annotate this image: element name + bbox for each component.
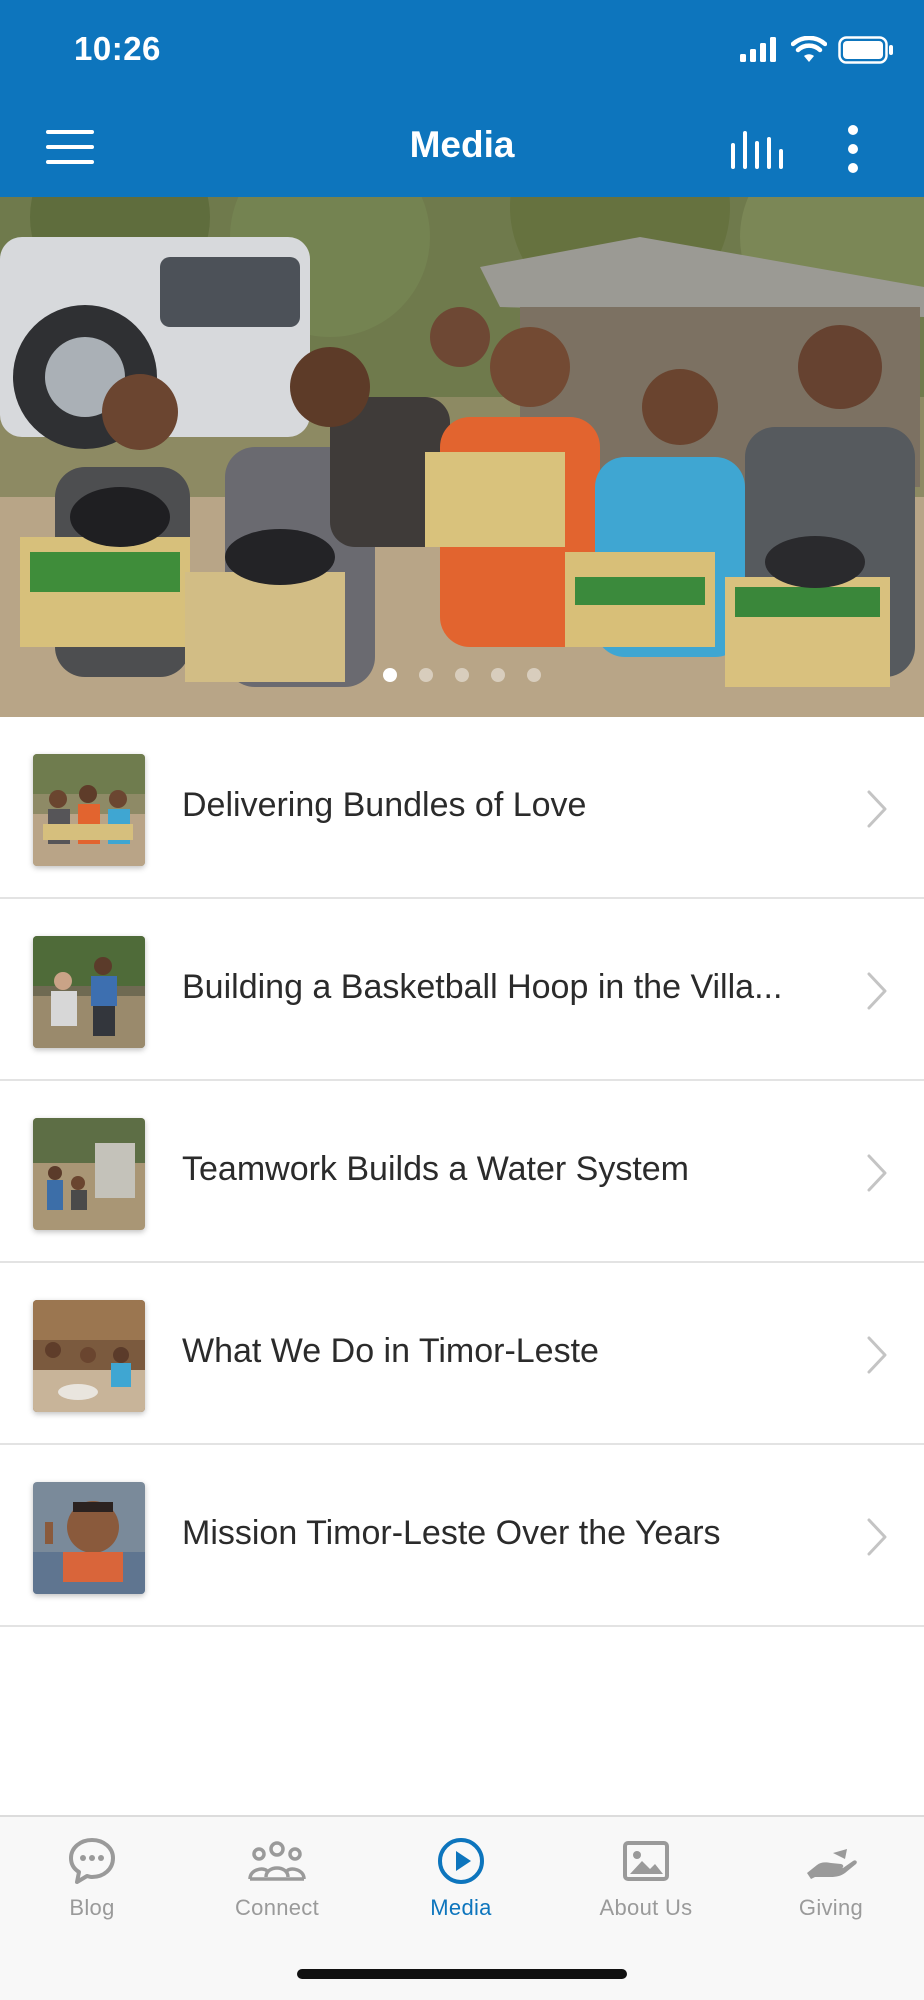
tab-label: Media [430, 1895, 492, 1920]
image-icon [623, 1841, 669, 1881]
tab-label: About Us [599, 1895, 693, 1920]
bar-chart-icon [731, 131, 783, 169]
media-thumbnail [33, 1118, 145, 1230]
tab-giving[interactable]: Giving [739, 1835, 923, 1945]
media-list-item[interactable]: Building a Basketball Hoop in the Villa.… [0, 899, 924, 1081]
carousel-dot[interactable] [455, 668, 469, 682]
play-circle-icon [438, 1838, 484, 1884]
media-thumbnail [33, 936, 145, 1048]
media-thumbnail [33, 754, 145, 866]
chevron-right-icon [867, 972, 887, 1010]
vertical-ellipsis-icon [848, 125, 858, 173]
tab-label: Giving [798, 1895, 864, 1920]
tab-label: Blog [69, 1895, 115, 1920]
media-title: What We Do in Timor-Leste [182, 1332, 599, 1370]
carousel-dot[interactable] [527, 668, 541, 682]
media-list-item[interactable]: What We Do in Timor-Leste [0, 1263, 924, 1445]
media-thumbnail [33, 1300, 145, 1412]
chevron-right-icon [867, 1154, 887, 1192]
status-time: 10:26 [74, 30, 161, 67]
chat-bubble-icon [69, 1838, 115, 1884]
chevron-right-icon [867, 1518, 887, 1556]
media-title: Mission Timor-Leste Over the Years [182, 1514, 721, 1552]
signal-icon [740, 37, 776, 62]
tab-blog[interactable]: Blog [0, 1835, 184, 1945]
tab-about-us[interactable]: About Us [554, 1835, 738, 1945]
stats-button[interactable] [726, 127, 784, 171]
media-list-item[interactable]: Teamwork Builds a Water System [0, 1081, 924, 1263]
wifi-icon [791, 36, 827, 62]
page-title: Media [409, 124, 515, 165]
media-thumbnail [33, 1482, 145, 1594]
people-group-icon [248, 1841, 306, 1881]
more-options-button[interactable] [838, 124, 868, 174]
media-list-item[interactable]: Delivering Bundles of Love [0, 717, 924, 899]
home-indicator [297, 1969, 627, 1979]
chevron-right-icon [867, 790, 887, 828]
giving-hand-icon [807, 1849, 857, 1879]
hero-carousel[interactable] [0, 197, 924, 717]
media-list: Delivering Bundles of Love Building a Ba… [0, 717, 924, 1627]
hero-image [0, 197, 924, 717]
media-title: Delivering Bundles of Love [182, 786, 587, 824]
tab-label: Connect [234, 1895, 320, 1920]
app-header: 10:26 Media [0, 0, 924, 197]
carousel-dot[interactable] [419, 668, 433, 682]
carousel-dot[interactable] [383, 668, 397, 682]
tab-media[interactable]: Media [369, 1835, 553, 1945]
media-title: Teamwork Builds a Water System [182, 1150, 689, 1188]
carousel-dot[interactable] [491, 668, 505, 682]
chevron-right-icon [867, 1336, 887, 1374]
tab-connect[interactable]: Connect [185, 1835, 369, 1945]
carousel-dots [0, 668, 924, 684]
media-title: Building a Basketball Hoop in the Villa.… [182, 968, 783, 1006]
media-list-item[interactable]: Mission Timor-Leste Over the Years [0, 1445, 924, 1627]
battery-icon [838, 36, 893, 64]
